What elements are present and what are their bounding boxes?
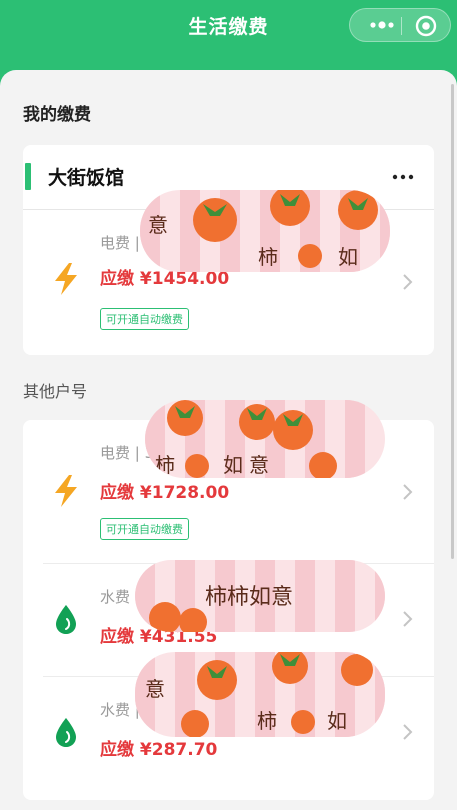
chevron-right-icon (403, 274, 413, 290)
my-payments-title: 我的缴费 (23, 105, 91, 125)
water-drop-icon (56, 605, 76, 634)
account-label: 水费 | (100, 701, 140, 719)
chevron-right-icon (403, 484, 413, 500)
amount-due: 应缴 ¥1728.00 (100, 483, 230, 503)
persimmon-sticker: 柿柿如意 (135, 560, 385, 632)
water-drop-icon (56, 718, 76, 747)
autopay-badge[interactable]: 可开通自动缴费 (100, 518, 189, 540)
payer-name: 大街饭馆 (48, 167, 125, 189)
chevron-right-icon (403, 724, 413, 740)
svg-text:如: 如 (338, 245, 358, 269)
autopay-badge[interactable]: 可开通自动缴费 (100, 308, 189, 330)
capsule-divider (401, 17, 402, 35)
target-icon[interactable] (414, 14, 438, 38)
svg-text:柿: 柿 (257, 709, 277, 733)
accent-bar (25, 163, 31, 190)
persimmon-sticker: 意 柿 如 (135, 652, 385, 737)
persimmon-sticker: 意 柿 如 (140, 190, 390, 272)
more-options-icon[interactable] (391, 173, 415, 181)
amount-due: 应缴 ¥287.70 (100, 740, 218, 760)
sticker-text: 柿柿如意 (205, 585, 293, 610)
miniapp-capsule (349, 8, 451, 42)
svg-text:柿: 柿 (258, 245, 278, 269)
other-accounts-title: 其他户号 (23, 382, 88, 401)
svg-text:意: 意 (145, 677, 165, 701)
account-label: 水费 | (100, 588, 140, 606)
lightning-icon (55, 475, 77, 507)
account-label: 电费 | (100, 234, 140, 252)
svg-text:如: 如 (223, 453, 243, 477)
persimmon-sticker: 柿 如 意 (145, 400, 385, 478)
svg-text:如: 如 (327, 709, 347, 733)
more-dots-icon[interactable] (364, 17, 398, 33)
lightning-icon (55, 263, 77, 295)
scrollbar[interactable] (451, 84, 454, 559)
svg-text:意: 意 (148, 213, 168, 237)
chevron-right-icon (403, 611, 413, 627)
svg-text:意: 意 (249, 453, 269, 477)
